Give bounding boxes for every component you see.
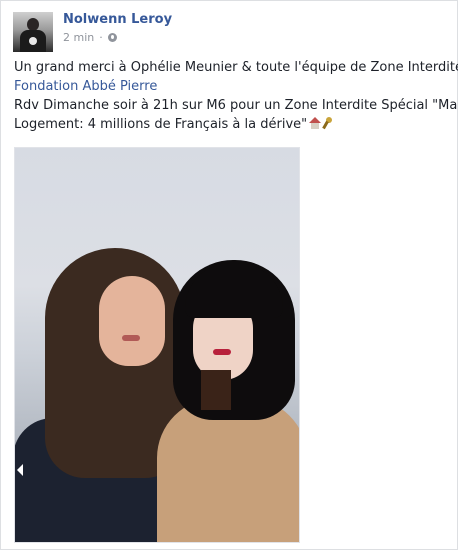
previous-photo-arrow-icon[interactable] [17, 464, 23, 476]
post-photo[interactable] [14, 147, 300, 543]
meta-separator: · [99, 31, 103, 44]
fondation-link[interactable]: Fondation Abbé Pierre [14, 79, 157, 94]
avatar-flower [29, 37, 37, 45]
globe-icon[interactable] [107, 33, 117, 42]
key-emoji-icon [322, 117, 334, 129]
post-text-line: Rdv Dimanche soir à 21h sur M6 pour un Z… [14, 98, 458, 113]
woman-left-lips [122, 335, 140, 341]
post-text-line: Logement: 4 millions de Français à la dé… [14, 117, 308, 132]
woman-right-lips [213, 349, 231, 355]
woman-left-face [99, 276, 165, 366]
post-timestamp[interactable]: 2 min [63, 31, 94, 44]
post-card: Nolwenn Leroy 2 min · Un grand merci à O… [0, 0, 458, 550]
post-text-line: Un grand merci à Ophélie Meunier & toute… [14, 60, 458, 75]
post-meta: 2 min · [63, 31, 117, 44]
post-text: Un grand merci à Ophélie Meunier & toute… [14, 58, 458, 134]
author-name[interactable]: Nolwenn Leroy [63, 12, 172, 27]
woman-right-scarf [201, 370, 231, 410]
author-avatar[interactable] [13, 12, 53, 52]
house-emoji-icon [309, 117, 322, 129]
